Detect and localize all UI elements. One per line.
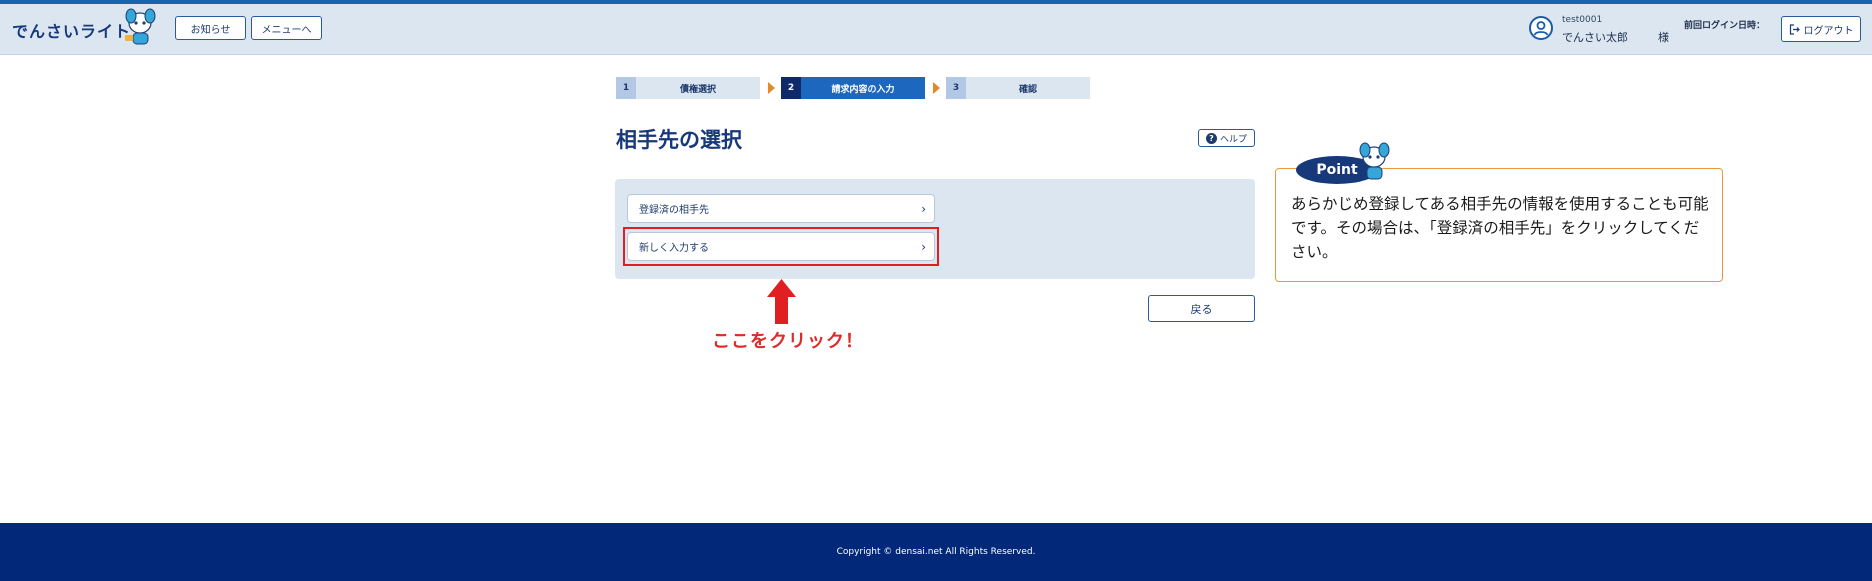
chevron-right-icon: › [921, 202, 926, 216]
logout-icon [1789, 23, 1800, 35]
step-1: 1 債権選択 [616, 77, 760, 99]
menu-button[interactable]: メニューへ [251, 16, 322, 40]
mascot-logo-icon [125, 8, 156, 45]
honorific: 様 [1658, 31, 1669, 44]
user-avatar-icon [1529, 16, 1553, 40]
step-3-label: 確認 [966, 77, 1090, 99]
step-1-label: 債権選択 [636, 77, 760, 99]
step-2-label: 請求内容の入力 [801, 77, 925, 99]
registered-partner-option[interactable]: 登録済の相手先 › [627, 194, 935, 223]
up-arrow-icon [767, 279, 796, 324]
step-arrow-icon [768, 82, 775, 94]
notice-button[interactable]: お知らせ [175, 16, 246, 40]
logout-button[interactable]: ログアウト [1781, 16, 1861, 42]
back-button[interactable]: 戻る [1148, 295, 1255, 322]
copyright-text: Copyright © densai.net All Rights Reserv… [836, 547, 1036, 557]
user-id: test0001 [1562, 15, 1603, 25]
step-arrow-icon [933, 82, 940, 94]
mascot-icon [1359, 142, 1390, 180]
logout-label: ログアウト [1803, 25, 1854, 37]
page-title: 相手先の選択 [616, 128, 742, 152]
last-login-label: 前回ログイン日時： [1684, 21, 1766, 31]
click-here-annotation: ここをクリック！ [712, 331, 864, 352]
step-3-number: 3 [946, 77, 966, 99]
highlight-frame [623, 227, 939, 266]
step-2: 2 請求内容の入力 [781, 77, 925, 99]
header: でんさいライト お知らせ メニューへ test0001 でんさい太郎 様 前回ロ… [0, 4, 1872, 55]
app-logo-text[interactable]: でんさいライト [12, 18, 131, 42]
step-3: 3 確認 [946, 77, 1090, 99]
help-label: ヘルプ [1219, 134, 1247, 145]
step-1-number: 1 [616, 77, 636, 99]
question-icon: ? [1205, 132, 1217, 144]
registered-partner-label: 登録済の相手先 [639, 205, 709, 216]
footer: Copyright © densai.net All Rights Reserv… [0, 523, 1872, 581]
user-name: でんさい太郎 [1562, 31, 1628, 44]
point-text: あらかじめ登録してある相手先の情報を使用することも可能です。その場合は、「登録済… [1291, 195, 1709, 261]
step-2-number: 2 [781, 77, 801, 99]
help-button[interactable]: ? ヘルプ [1198, 129, 1255, 147]
